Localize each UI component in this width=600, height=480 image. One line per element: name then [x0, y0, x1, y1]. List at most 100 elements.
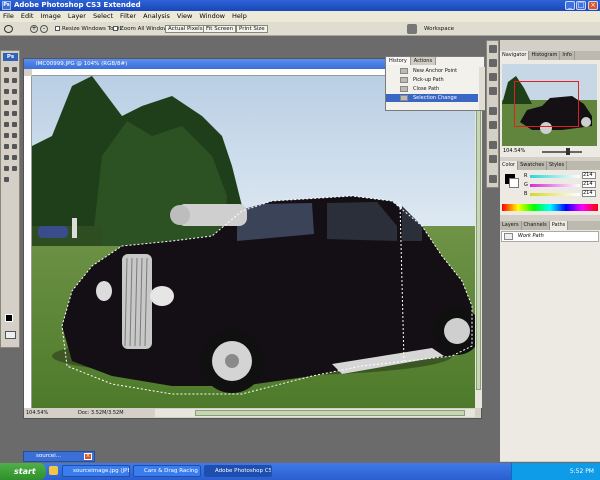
lasso-tool-icon[interactable]	[4, 78, 9, 83]
tab-color[interactable]: Color	[500, 161, 519, 170]
minimize-button[interactable]: _	[565, 1, 575, 10]
clock[interactable]: 5:52 PM	[570, 468, 594, 475]
maximize-button[interactable]: □	[576, 1, 586, 10]
info-dock-icon[interactable]	[489, 59, 497, 67]
character-dock-icon[interactable]	[489, 141, 497, 149]
quick-launch-icon[interactable]	[49, 466, 58, 475]
tab-styles[interactable]: Styles	[547, 161, 568, 170]
pen-tool-icon[interactable]	[12, 133, 17, 138]
navigator-zoom-slider[interactable]	[542, 151, 582, 153]
color-background-swatch[interactable]	[509, 178, 519, 188]
tab-channels[interactable]: Channels	[522, 221, 550, 230]
navigator-dock-icon[interactable]	[489, 45, 497, 53]
tab-histogram[interactable]: Histogram	[529, 51, 561, 60]
zoom-tool-icon[interactable]	[4, 177, 9, 182]
image-canvas[interactable]	[32, 76, 475, 408]
tab-swatches[interactable]: Swatches	[518, 161, 547, 170]
dodge-tool-icon[interactable]	[4, 133, 9, 138]
history-item[interactable]: Pick-up Path	[386, 76, 478, 84]
clone-source-dock-icon[interactable]	[489, 107, 497, 115]
print-size-button[interactable]: Print Size	[236, 25, 268, 33]
actual-pixels-button[interactable]: Actual Pixels	[165, 25, 206, 33]
foreground-color-swatch[interactable]	[5, 314, 13, 322]
task-sourceimage[interactable]: sourceimage.jpg (JPE...	[62, 465, 130, 477]
layer-comps-dock-icon[interactable]	[489, 121, 497, 129]
menu-select[interactable]: Select	[93, 11, 113, 22]
g-slider[interactable]	[530, 184, 580, 187]
tab-navigator[interactable]: Navigator	[500, 51, 530, 60]
tab-layers[interactable]: Layers	[500, 221, 522, 230]
notes-dock-icon[interactable]	[489, 175, 497, 183]
resize-windows-checkbox[interactable]	[55, 26, 60, 31]
fit-screen-button[interactable]: Fit Screen	[203, 25, 237, 33]
workspace-menu[interactable]: Workspace	[424, 24, 454, 34]
healing-tool-icon[interactable]	[4, 100, 9, 105]
history-item-selected[interactable]: Selection Change	[386, 94, 478, 102]
menu-image[interactable]: Image	[40, 11, 60, 22]
tab-paths[interactable]: Paths	[549, 221, 569, 230]
crop-tool-icon[interactable]	[4, 89, 9, 94]
menu-window[interactable]: Window	[199, 11, 225, 22]
type-tool-icon[interactable]	[4, 144, 9, 149]
tab-info[interactable]: Info	[560, 51, 575, 60]
close-button[interactable]: ×	[588, 1, 598, 10]
menu-edit[interactable]: Edit	[21, 11, 34, 22]
b-value[interactable]: 214	[582, 190, 596, 197]
zoom-level[interactable]: 104.54%	[26, 409, 48, 418]
shape-tool-icon[interactable]	[4, 155, 9, 160]
horizontal-scrollbar[interactable]	[155, 409, 475, 417]
marquee-tool-icon[interactable]	[12, 67, 17, 72]
zoom-out-icon[interactable]: -	[40, 25, 48, 33]
task-cars-drag-racing[interactable]: Cars & Drag Racing	[133, 465, 201, 477]
menu-view[interactable]: View	[177, 11, 192, 22]
minimized-close-icon[interactable]: ×	[84, 453, 92, 460]
navigator-thumbnail[interactable]	[502, 64, 597, 146]
move-tool-icon[interactable]	[4, 67, 9, 72]
color-spectrum-ramp[interactable]	[502, 204, 598, 211]
menu-filter[interactable]: Filter	[120, 11, 136, 22]
zoom-all-checkbox[interactable]	[113, 26, 118, 31]
navigator-zoom[interactable]: 104.54%	[503, 148, 525, 154]
vertical-scroll-thumb[interactable]	[476, 90, 481, 390]
stamp-tool-icon[interactable]	[4, 111, 9, 116]
eyedropper-tool-icon[interactable]	[4, 166, 9, 171]
b-slider[interactable]	[530, 193, 580, 196]
history-scrollbar[interactable]	[479, 67, 485, 110]
gradient-tool-icon[interactable]	[12, 122, 17, 127]
tab-history[interactable]: History	[386, 57, 411, 65]
history-item[interactable]: Close Path	[386, 85, 478, 93]
slice-tool-icon[interactable]	[12, 89, 17, 94]
photoshop-app-icon[interactable]: Ps	[2, 1, 11, 10]
r-slider[interactable]	[530, 175, 580, 178]
zoom-in-icon[interactable]: +	[30, 25, 38, 33]
notes-tool-icon[interactable]	[12, 155, 17, 160]
brush-dock-icon[interactable]	[489, 73, 497, 81]
tab-actions[interactable]: Actions	[410, 57, 437, 65]
eraser-tool-icon[interactable]	[4, 122, 9, 127]
path-select-tool-icon[interactable]	[12, 144, 17, 149]
menu-file[interactable]: File	[3, 11, 14, 22]
menu-layer[interactable]: Layer	[68, 11, 86, 22]
menu-analysis[interactable]: Analysis	[143, 11, 170, 22]
path-row[interactable]: Work Path	[501, 231, 599, 242]
navigator-view-box[interactable]	[514, 81, 579, 127]
history-item[interactable]: New Anchor Point	[386, 67, 478, 75]
menu-help[interactable]: Help	[232, 11, 247, 22]
brush-tool-icon[interactable]	[12, 100, 17, 105]
tool-presets-dock-icon[interactable]	[489, 87, 497, 95]
minimized-document[interactable]: sourcei... ×	[23, 451, 95, 462]
r-value[interactable]: 214	[582, 172, 596, 179]
workspace-icon[interactable]	[407, 24, 417, 34]
quick-mask-icon[interactable]	[5, 331, 16, 339]
vertical-scrollbar[interactable]	[475, 76, 482, 408]
horizontal-scroll-thumb[interactable]	[195, 410, 465, 416]
quick-select-tool-icon[interactable]	[12, 78, 17, 83]
history-brush-tool-icon[interactable]	[12, 111, 17, 116]
g-value[interactable]: 214	[582, 181, 596, 188]
start-button[interactable]: start	[0, 463, 46, 480]
task-photoshop[interactable]: Adobe Photoshop CS...	[204, 465, 272, 477]
paragraph-dock-icon[interactable]	[489, 155, 497, 163]
zoom-tool-icon[interactable]	[4, 25, 13, 33]
navigator-slider-handle[interactable]	[566, 148, 570, 155]
hand-tool-icon[interactable]	[12, 166, 17, 171]
